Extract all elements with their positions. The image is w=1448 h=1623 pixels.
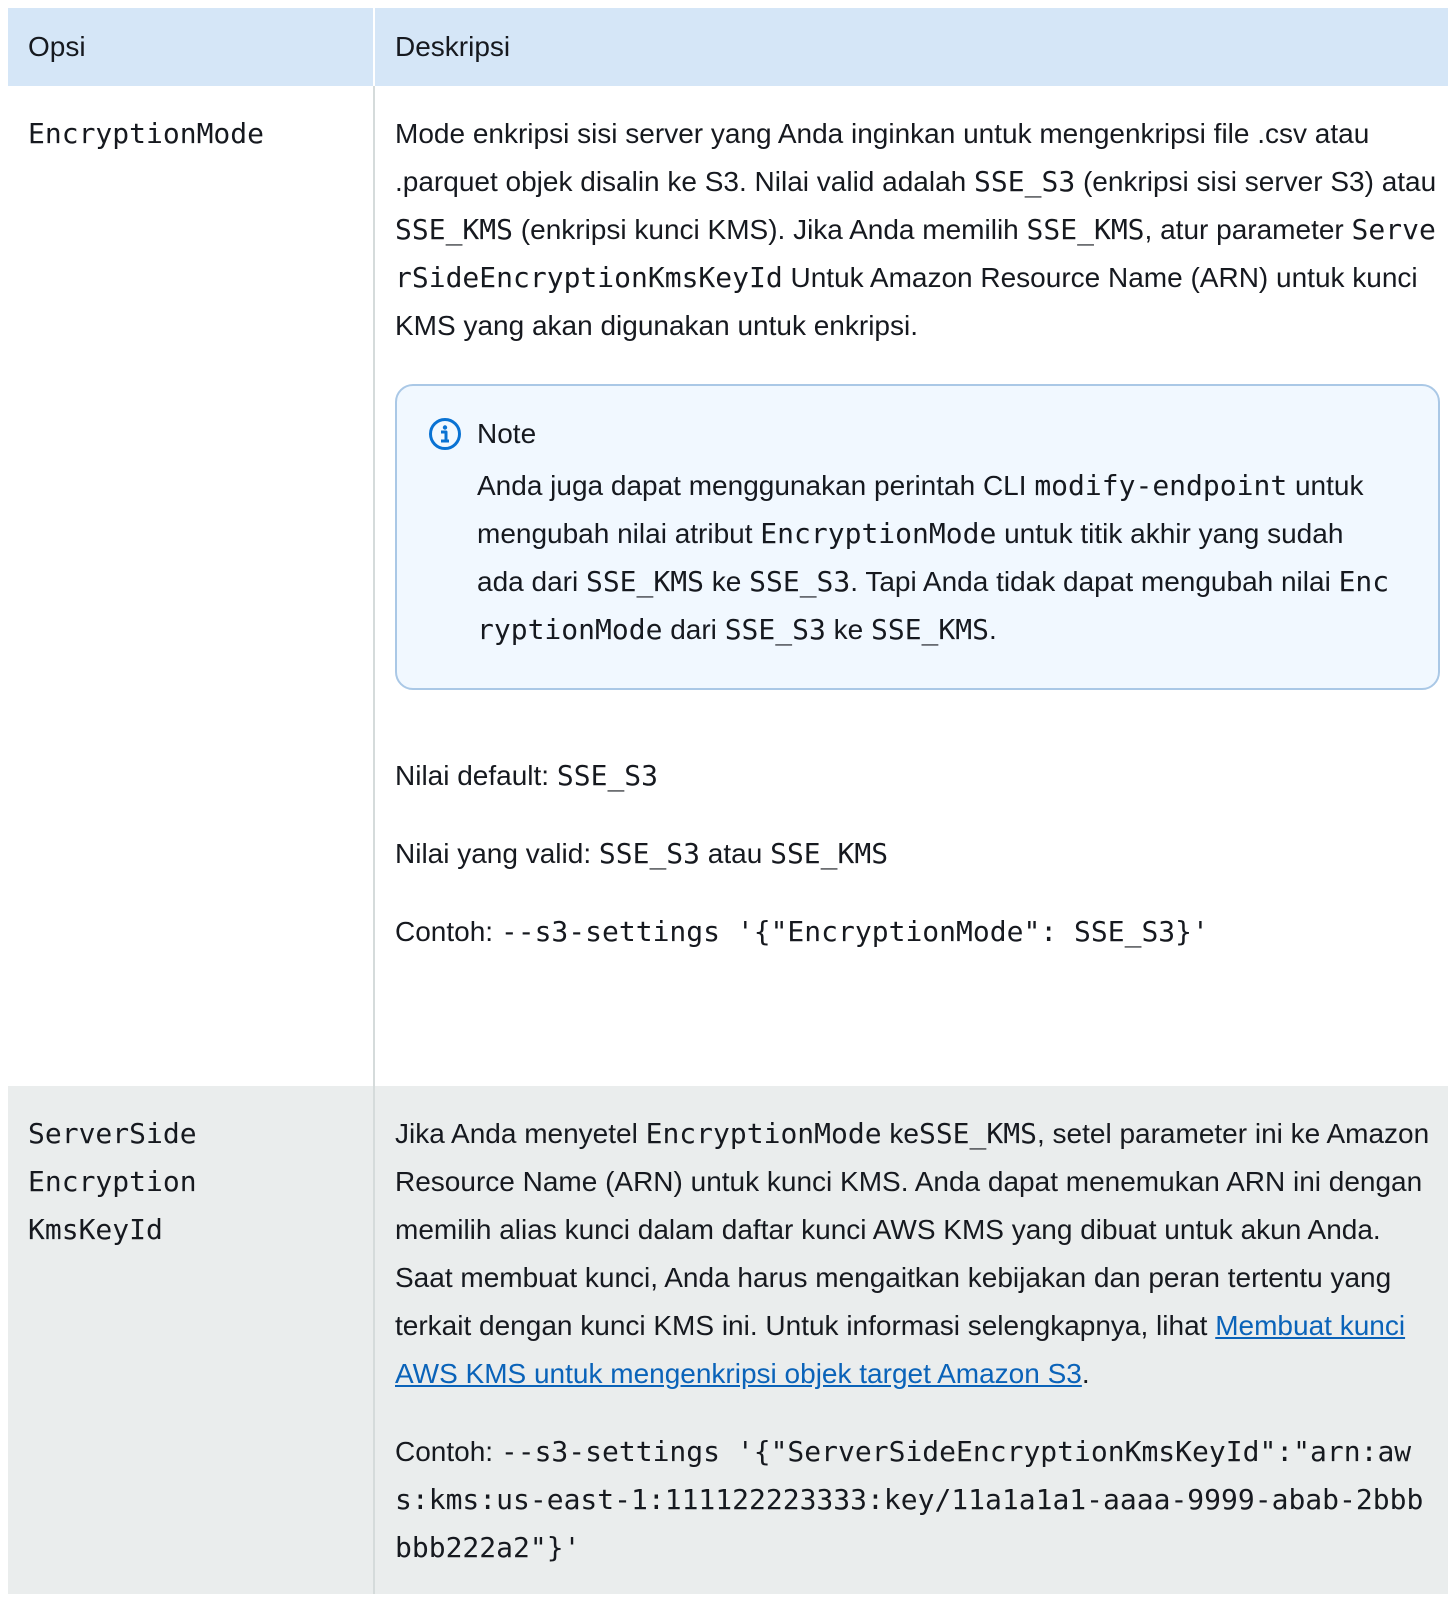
note-text: ke xyxy=(825,614,871,645)
option-description: Jika Anda menyetel EncryptionMode keSSE_… xyxy=(373,1086,1448,1594)
desc-text: Jika Anda menyetel xyxy=(395,1118,646,1149)
table-header-row: Opsi Deskripsi xyxy=(8,8,1448,86)
desc-text: (enkripsi kunci KMS). Jika Anda memilih xyxy=(513,214,1027,245)
desc-text: (enkripsi sisi server S3) atau xyxy=(1075,166,1437,197)
example-label: Contoh: xyxy=(395,916,501,947)
inline-code: SSE_KMS xyxy=(1026,213,1145,246)
note-text: dari xyxy=(662,614,725,645)
inline-code: SSE_KMS xyxy=(918,1117,1037,1150)
info-icon xyxy=(429,418,461,450)
inline-code: EncryptionMode xyxy=(760,517,997,550)
option-name-text: ServerSideEncryptionKmsKeyId xyxy=(28,1117,197,1246)
option-description: Mode enkripsi sisi server yang Anda ingi… xyxy=(373,86,1448,1086)
options-table: Opsi Deskripsi EncryptionMode Mode enkri… xyxy=(8,8,1448,1594)
description-paragraph: Jika Anda menyetel EncryptionMode keSSE_… xyxy=(395,1110,1440,1398)
table-row: EncryptionMode Mode enkripsi sisi server… xyxy=(8,86,1448,1086)
header-description: Deskripsi xyxy=(373,8,1448,86)
valid-label: Nilai yang valid: xyxy=(395,838,599,869)
inline-code: SSE_S3 xyxy=(724,613,826,646)
desc-text: , atur parameter xyxy=(1144,214,1352,245)
note-text: . xyxy=(989,614,997,645)
note-callout: Note Anda juga dapat menggunakan perinta… xyxy=(395,384,1440,690)
example-label: Contoh: xyxy=(395,1436,501,1467)
inline-code: SSE_KMS xyxy=(870,613,989,646)
desc-text: ke xyxy=(881,1118,919,1149)
inline-code: SSE_KMS xyxy=(770,837,889,870)
default-value-line: Nilai default: SSE_S3 xyxy=(395,752,1440,800)
inline-code: SSE_S3 xyxy=(556,759,659,792)
valid-values-line: Nilai yang valid: SSE_S3 atau SSE_KMS xyxy=(395,830,1440,878)
inline-code: SSE_S3 xyxy=(598,837,701,870)
description-paragraph: Mode enkripsi sisi server yang Anda ingi… xyxy=(395,110,1440,350)
example-line: Contoh: --s3-settings '{"ServerSideEncry… xyxy=(395,1428,1440,1572)
option-name: EncryptionMode xyxy=(8,86,374,1086)
default-label: Nilai default: xyxy=(395,760,557,791)
inline-code: SSE_S3 xyxy=(974,165,1076,198)
note-text: ke xyxy=(703,566,750,597)
valid-connector: atau xyxy=(700,838,771,869)
option-name: ServerSideEncryptionKmsKeyId xyxy=(8,1086,374,1594)
table-row: ServerSideEncryptionKmsKeyId Jika Anda m… xyxy=(8,1086,1448,1594)
note-text: Anda juga dapat menggunakan perintah CLI xyxy=(477,470,1035,501)
example-line: Contoh: --s3-settings '{"EncryptionMode"… xyxy=(395,908,1440,956)
inline-code: EncryptionMode xyxy=(645,1117,882,1150)
note-body: Anda juga dapat menggunakan perintah CLI… xyxy=(427,462,1392,654)
header-option: Opsi xyxy=(8,8,374,86)
note-text: . Tapi Anda tidak dapat mengubah nilai xyxy=(850,566,1339,597)
inline-code: modify-endpoint xyxy=(1034,469,1288,502)
inline-code: SSE_KMS xyxy=(585,565,704,598)
note-title: Note xyxy=(477,418,537,449)
inline-code: SSE_KMS xyxy=(395,213,514,246)
example-code: --s3-settings '{"EncryptionMode": SSE_S3… xyxy=(500,915,1209,948)
desc-text: , setel parameter ini ke Amazon Resource… xyxy=(395,1118,1430,1341)
desc-text: . xyxy=(1081,1358,1090,1389)
inline-code: SSE_S3 xyxy=(749,565,851,598)
note-header: Note xyxy=(427,416,1392,452)
example-code: --s3-settings '{"ServerSideEncryptionKms… xyxy=(395,1435,1424,1564)
